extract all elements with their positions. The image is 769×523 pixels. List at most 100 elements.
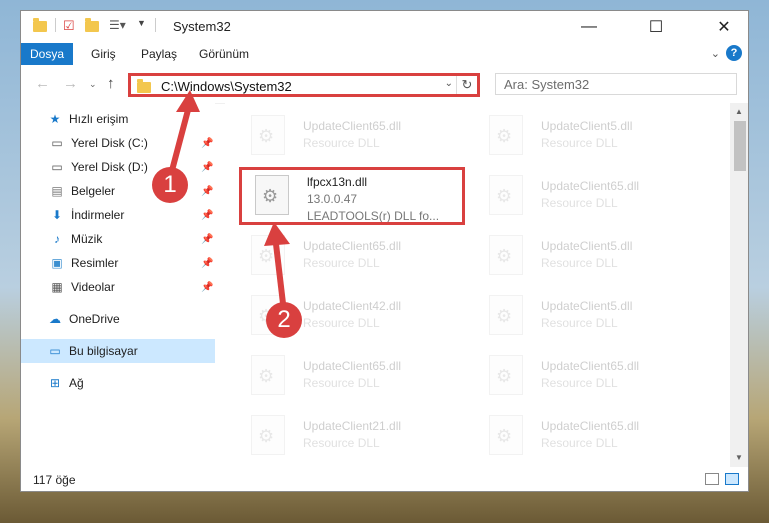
sidebar-item-music[interactable]: ♪ Müzik 📌: [21, 227, 215, 251]
back-button[interactable]: ←: [35, 75, 50, 92]
step-2-badge: 2: [266, 302, 302, 338]
dll-file-icon: [489, 175, 523, 215]
scroll-up-icon[interactable]: ▲: [735, 107, 743, 116]
pin-icon[interactable]: 📌: [201, 258, 213, 269]
pin-icon[interactable]: 📌: [201, 210, 213, 221]
pin-icon[interactable]: 📌: [201, 138, 213, 149]
file-type: Resource DLL: [303, 376, 380, 390]
tab-home[interactable]: Giriş: [91, 47, 116, 61]
sidebar-item-downloads[interactable]: ⬇ İndirmeler 📌: [21, 203, 215, 227]
pictures-icon: ▣: [51, 256, 63, 270]
vertical-scrollbar[interactable]: ▲ ▼: [730, 103, 748, 467]
file-name: UpdateClient65.dll: [541, 419, 640, 433]
list-item[interactable]: UpdateClient65.dll Resource DLL: [477, 169, 697, 225]
file-type: Resource DLL: [541, 136, 618, 150]
file-name: UpdateClient42.dll: [303, 299, 402, 313]
sidebar-item-label: Yerel Disk (C:): [71, 136, 148, 150]
separator: [55, 18, 56, 32]
sidebar-item-pictures[interactable]: ▣ Resimler 📌: [21, 251, 215, 275]
file-name: UpdateClient65.dll: [303, 239, 402, 253]
list-item[interactable]: UpdateClient65.dll Resource DLL: [477, 349, 697, 405]
item-count: 117 öğe: [33, 473, 76, 487]
downloads-icon: ⬇: [51, 208, 63, 222]
list-item[interactable]: UpdateClient65.dll Resource DLL: [239, 349, 459, 405]
chevron-down-icon[interactable]: ▼: [137, 18, 146, 28]
refresh-icon[interactable]: ↻: [456, 76, 477, 94]
sidebar-item-local-disk-c[interactable]: ▭ Yerel Disk (C:) 📌: [21, 131, 215, 155]
file-type: Resource DLL: [541, 436, 618, 450]
file-highlight-box: [239, 167, 465, 225]
navigation-pane: ★ Hızlı erişim ▭ Yerel Disk (C:) 📌 ▭ Yer…: [21, 103, 215, 463]
scroll-down-icon[interactable]: ▼: [735, 453, 743, 462]
search-input[interactable]: Ara: System32: [495, 73, 737, 95]
file-name: UpdateClient21.dll: [303, 419, 402, 433]
list-item[interactable]: UpdateClient5.dll Resource DLL: [477, 229, 697, 285]
search-placeholder: Ara: System32: [504, 77, 590, 92]
music-icon: ♪: [54, 232, 60, 246]
scrollbar-thumb[interactable]: [734, 121, 746, 171]
address-row: ← → ⌄ ↑ C:\Windows\System32 ⌄ ↻ Ara: Sys…: [21, 65, 748, 104]
forward-button[interactable]: →: [63, 75, 78, 92]
tab-file[interactable]: Dosya: [21, 43, 73, 65]
ribbon-tabs: Dosya Giriş Paylaş Görünüm ⌄ ?: [21, 43, 748, 65]
large-icons-view-icon[interactable]: [725, 473, 739, 485]
tab-view[interactable]: Görünüm: [199, 47, 249, 61]
customize-toolbar-icon[interactable]: ☰▾: [109, 18, 126, 32]
maximize-button[interactable]: ☐: [633, 11, 679, 43]
file-name: UpdateClient5.dll: [541, 299, 633, 313]
dll-file-icon: [489, 115, 523, 155]
dll-file-icon: [489, 295, 523, 335]
pin-icon[interactable]: 📌: [201, 162, 213, 173]
pin-icon[interactable]: 📌: [201, 186, 213, 197]
file-type: Resource DLL: [303, 316, 380, 330]
close-button[interactable]: ✕: [701, 11, 747, 43]
list-item[interactable]: UpdateClient65.dll Resource DLL: [239, 229, 459, 285]
sidebar-item-quick-access[interactable]: ★ Hızlı erişim: [21, 107, 215, 131]
address-path[interactable]: C:\Windows\System32: [161, 79, 292, 94]
up-button[interactable]: ↑: [107, 75, 115, 92]
list-item[interactable]: UpdateClient21.dll Resource DLL: [239, 409, 459, 463]
pin-icon[interactable]: 📌: [201, 234, 213, 245]
file-list: UpdateClient65.dll Resource DLL lfpcx13n…: [225, 103, 730, 463]
address-bar[interactable]: C:\Windows\System32 ⌄ ↻: [128, 73, 480, 97]
chevron-down-icon[interactable]: ⌄: [711, 47, 720, 60]
sidebar-item-this-pc[interactable]: ▭ Bu bilgisayar: [21, 339, 215, 363]
dll-file-icon: [489, 415, 523, 455]
file-name: UpdateClient65.dll: [303, 119, 402, 133]
separator: [155, 18, 156, 32]
videos-icon: ▦: [51, 280, 63, 294]
pin-icon[interactable]: 📌: [201, 282, 213, 293]
file-type: Resource DLL: [303, 256, 380, 270]
sidebar-item-videos[interactable]: ▦ Videolar 📌: [21, 275, 215, 299]
explorer-window: ☑ ☰▾ ▼ System32 — ☐ ✕ Dosya Giriş Paylaş…: [20, 10, 749, 492]
dll-file-icon: [251, 415, 285, 455]
cloud-icon: ☁: [49, 312, 61, 326]
status-bar: 117 öğe: [21, 467, 748, 491]
list-item[interactable]: UpdateClient5.dll Resource DLL: [477, 109, 697, 165]
network-icon: ⊞: [49, 376, 61, 390]
properties-icon[interactable]: ☑: [63, 18, 75, 34]
sidebar-item-local-disk-d[interactable]: ▭ Yerel Disk (D:) 📌: [21, 155, 215, 179]
list-item[interactable]: UpdateClient65.dll Resource DLL: [477, 409, 697, 463]
file-type: Resource DLL: [303, 436, 380, 450]
file-name: UpdateClient65.dll: [541, 179, 640, 193]
list-item[interactable]: UpdateClient5.dll Resource DLL: [477, 289, 697, 345]
file-name: UpdateClient5.dll: [541, 119, 633, 133]
help-icon[interactable]: ?: [726, 45, 742, 61]
drive-icon: ▭: [51, 136, 63, 150]
details-view-icon[interactable]: [705, 473, 719, 485]
chevron-down-icon[interactable]: ⌄: [445, 78, 453, 89]
dll-file-icon: [251, 355, 285, 395]
step-1-badge: 1: [152, 167, 188, 203]
file-name: UpdateClient65.dll: [303, 359, 402, 373]
dll-file-icon: [251, 115, 285, 155]
sidebar-item-label: Belgeler: [71, 184, 116, 198]
tab-share[interactable]: Paylaş: [141, 47, 177, 61]
file-name: UpdateClient65.dll: [541, 359, 640, 373]
sidebar-item-network[interactable]: ⊞ Ağ: [21, 371, 215, 395]
minimize-button[interactable]: —: [566, 11, 612, 43]
recent-locations-button[interactable]: ⌄: [89, 79, 97, 90]
sidebar-item-onedrive[interactable]: ☁ OneDrive: [21, 307, 215, 331]
list-item[interactable]: UpdateClient65.dll Resource DLL: [239, 109, 459, 165]
sidebar-item-label: Hızlı erişim: [69, 112, 129, 126]
